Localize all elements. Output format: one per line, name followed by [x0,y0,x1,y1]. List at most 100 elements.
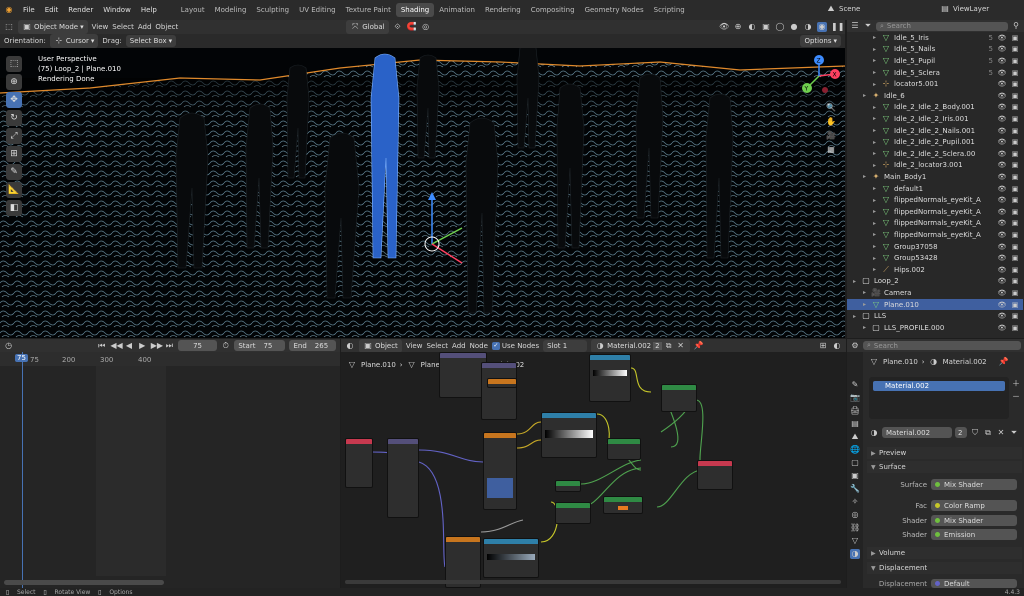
render-toggle-icon[interactable]: ▣ [1010,114,1020,124]
transform-orientation-dropdown[interactable]: ⤧ Global [346,20,389,34]
keyframe-prev-icon[interactable]: ◀◀ [110,341,122,351]
node-mapping[interactable] [387,438,419,518]
scene-tab-icon[interactable]: ⛰ [850,432,860,442]
outliner-row[interactable]: ▸ ▽ Group53428 👁 ▣ [847,252,1023,264]
overlay-toggle-icon[interactable]: ◐ [832,341,842,351]
visibility-eye-icon[interactable]: 👁 [997,253,1007,263]
menu-window[interactable]: Window [98,6,136,14]
visibility-eye-icon[interactable]: 👁 [997,323,1007,333]
outliner-row[interactable]: ▸ ▽ flippedNormals_eyeKit_A 👁 ▣ [847,218,1023,230]
render-toggle-icon[interactable]: ▣ [1010,300,1020,310]
expand-arrow-icon[interactable]: ▸ [853,278,861,285]
mode-dropdown[interactable]: ▣ Object Mode ▾ [18,20,88,34]
outliner-row[interactable]: ▸ ✦ Idle_6 👁 ▣ [847,90,1023,102]
outliner-row[interactable]: ▸ ▢ LLS_PROFILE.000 👁 ▣ [847,322,1023,334]
duplicate-icon[interactable]: ⧉ [664,341,674,351]
outliner-row[interactable]: ▸ ▽ Idle_2_Idle_2_Nails.001 👁 ▣ [847,125,1023,137]
visibility-eye-icon[interactable]: 👁 [997,149,1007,159]
expand-arrow-icon[interactable]: ▸ [873,34,881,41]
node-emission-b[interactable] [603,496,643,514]
add-cube-tool-icon[interactable]: ◧ [6,200,22,216]
render-toggle-icon[interactable]: ▣ [1010,195,1020,205]
visibility-eye-icon[interactable]: 👁 [997,91,1007,101]
visibility-eye-icon[interactable]: 👁 [997,68,1007,78]
render-toggle-icon[interactable]: ▣ [1010,137,1020,147]
tab-modeling[interactable]: Modeling [210,3,252,17]
snap-icon[interactable]: 🧲 [407,22,417,32]
move-tool-icon[interactable]: ✥ [6,92,22,108]
pivot-icon[interactable]: ⟐ [393,22,403,32]
shading-rendered-icon[interactable]: ◉ [817,22,827,32]
menu-edit[interactable]: Edit [40,6,64,14]
visibility-eye-icon[interactable]: 👁 [997,137,1007,147]
outliner-row[interactable]: ▸ ▽ default1 👁 ▣ [847,183,1023,195]
node-color-ramp-bottom[interactable] [483,538,539,578]
outliner-row[interactable]: ▸ ▽ Idle_5_Sclera 5 👁 ▣ [847,67,1023,79]
start-frame-field[interactable]: Start 75 [234,340,286,351]
render-toggle-icon[interactable]: ▣ [1010,160,1020,170]
surface-property-field[interactable]: Color Ramp [931,500,1017,511]
render-toggle-icon[interactable]: ▣ [1010,79,1020,89]
visibility-eye-icon[interactable]: 👁 [997,300,1007,310]
outliner-row[interactable]: ▸ ⊹ Idle_2_locator3.001 👁 ▣ [847,160,1023,172]
render-toggle-icon[interactable]: ▣ [1010,276,1020,286]
visibility-eye-icon[interactable]: 👁 [997,265,1007,275]
outliner-row[interactable]: ▸ ▽ Idle_2_Idle_2_Sclera.00 👁 ▣ [847,148,1023,160]
properties-editor-icon[interactable]: ⚙ [850,341,860,351]
outliner-row[interactable]: ▸ ▽ flippedNormals_eyeKit_A 👁 ▣ [847,206,1023,218]
render-toggle-icon[interactable]: ▣ [1010,253,1020,263]
node-mapping-small[interactable] [481,362,517,420]
measure-tool-icon[interactable]: 📐 [6,182,22,198]
stopwatch-icon[interactable]: ⏱ [221,341,230,351]
outliner-row[interactable]: ▸ ▢ LLS 👁 ▣ [847,310,1023,322]
volume-panel-header[interactable]: ▶ Volume [867,547,1022,559]
outliner-row[interactable]: ▸ ▽ flippedNormals_eyeKit_A 👁 ▣ [847,194,1023,206]
physics-tab-icon[interactable]: ◎ [850,510,860,520]
end-frame-field[interactable]: End 265 [289,340,337,351]
material-tab-icon[interactable]: ◑ [850,549,860,559]
node-menu-node[interactable]: Node [470,342,488,350]
menu-file[interactable]: File [18,6,40,14]
transform-tool-icon[interactable]: ⊞ [6,146,22,162]
render-toggle-icon[interactable]: ▣ [1010,149,1020,159]
node-mix-shader-top[interactable] [661,384,697,412]
expand-arrow-icon[interactable]: ▸ [863,92,871,99]
render-toggle-icon[interactable]: ▣ [1010,265,1020,275]
preview-panel-header[interactable]: ▶ Preview [867,447,1022,459]
node-menu-add[interactable]: Add [452,342,466,350]
visibility-eye-icon[interactable]: 👁 [997,230,1007,240]
node-material-output[interactable] [697,460,733,490]
node-color-ramp-top[interactable] [589,354,631,402]
tab-uv-editing[interactable]: UV Editing [294,3,341,17]
outliner-row[interactable]: ▸ 🎥 Camera 👁 ▣ [847,287,1023,299]
visibility-eye-icon[interactable]: 👁 [997,184,1007,194]
outliner-row[interactable]: ▸ ⟋ Hips.002 👁 ▣ [847,264,1023,276]
object-tab-icon[interactable]: ▣ [850,471,860,481]
remove-slot-icon[interactable]: － [1011,392,1021,402]
node-color-ramp[interactable] [541,412,597,458]
material-name-field[interactable]: Material.002 [882,427,952,438]
use-nodes-checkbox[interactable]: ✓ Use Nodes [491,341,539,350]
node-noise-texture[interactable] [483,432,517,510]
expand-arrow-icon[interactable]: ▸ [873,266,881,273]
expand-arrow-icon[interactable]: ▸ [873,197,881,204]
viewport-menu-select[interactable]: Select [112,23,134,31]
filter-icon[interactable]: ⏷ [1009,428,1019,438]
render-toggle-icon[interactable]: ▣ [1010,311,1020,321]
play-icon[interactable]: ▶ [138,341,147,351]
snap-toggle-icon[interactable]: ⊞ [818,341,828,351]
output-tab-icon[interactable]: 🖨 [850,406,860,416]
tab-geometry-nodes[interactable]: Geometry Nodes [580,3,649,17]
world-tab-icon[interactable]: 🌐 [850,445,860,455]
visibility-eye-icon[interactable]: 👁 [997,218,1007,228]
shading-wire-icon[interactable]: ◯ [775,22,785,32]
expand-arrow-icon[interactable]: ▸ [873,46,881,53]
expand-arrow-icon[interactable]: ▸ [873,115,881,122]
timeline-area[interactable]: 75 200 300 400 75 [0,352,340,588]
render-toggle-icon[interactable]: ▣ [1010,323,1020,333]
render-toggle-icon[interactable]: ▣ [1010,44,1020,54]
clock-icon[interactable]: ◷ [4,341,13,351]
gizmo-toggle-icon[interactable]: ⊕ [733,22,743,32]
node-mix-shader-mid[interactable] [607,438,641,460]
expand-arrow-icon[interactable]: ▸ [873,162,881,169]
